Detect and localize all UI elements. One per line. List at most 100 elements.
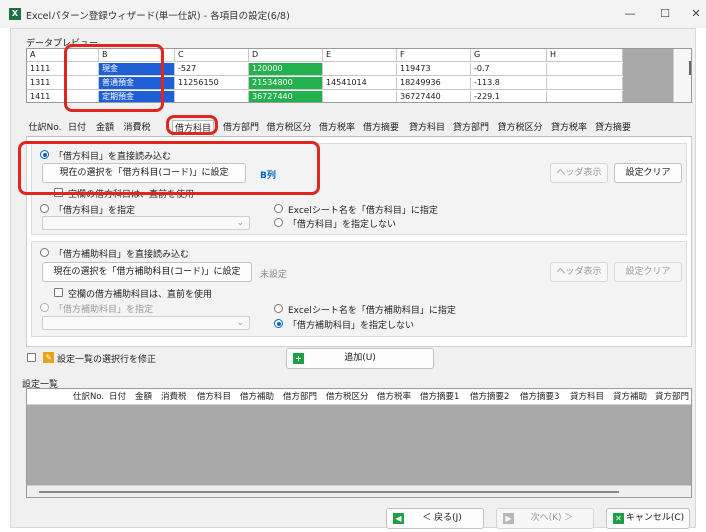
back-button[interactable]: ◀ ＜ 戻る(J) <box>386 508 484 529</box>
preview-cell-mapped[interactable]: 120000 <box>249 63 323 75</box>
list-col-header[interactable]: 貸方補助 <box>613 389 647 405</box>
data-preview-grid[interactable]: A B C D E F G H 1111 現金 -527 120000 1194… <box>26 48 692 103</box>
add-button-label: 追加(U) <box>344 353 376 363</box>
radio-direct-read[interactable] <box>40 150 49 159</box>
add-button[interactable]: + 追加(U) <box>286 348 434 369</box>
header-display-button[interactable]: ヘッダ表示 <box>550 163 608 183</box>
preview-cell[interactable]: 119473 <box>397 63 471 75</box>
col-header-d[interactable]: D <box>249 49 323 61</box>
checkbox-modify-selected[interactable] <box>27 353 36 362</box>
preview-cell[interactable] <box>547 91 623 102</box>
preview-cell[interactable] <box>547 63 623 75</box>
close-icon[interactable]: ✕ <box>686 6 706 22</box>
account-select[interactable]: ⌄ <box>42 216 250 230</box>
scrollbar-thumb[interactable] <box>39 491 619 493</box>
preview-vertical-scrollbar[interactable] <box>673 49 691 102</box>
preview-cell[interactable]: 1111 <box>27 63 99 75</box>
preview-cell[interactable]: -527 <box>175 63 249 75</box>
col-header-b[interactable]: B <box>99 49 175 61</box>
minimize-icon[interactable]: — <box>620 6 640 22</box>
tab-journal-no[interactable]: 仕訳No. <box>28 120 62 136</box>
tab-credit-tax-rate[interactable]: 貸方税率 <box>548 120 590 136</box>
radio-sheet-name[interactable] <box>274 204 283 213</box>
preview-cell[interactable]: -113.8 <box>471 77 547 89</box>
col-header-e[interactable]: E <box>323 49 397 61</box>
preview-empty-area <box>623 49 673 102</box>
cancel-button[interactable]: ✕ キャンセル(C) <box>606 508 690 529</box>
tab-debit-dept[interactable]: 借方部門 <box>220 120 262 136</box>
col-header-c[interactable]: C <box>175 49 249 61</box>
maximize-icon[interactable]: ☐ <box>655 6 675 22</box>
radio-specify[interactable] <box>40 204 49 213</box>
col-header-a[interactable]: A <box>27 49 99 61</box>
col-header-f[interactable]: F <box>397 49 471 61</box>
list-col-header[interactable]: 借方摘要2 <box>470 389 509 405</box>
clear-settings-button[interactable]: 設定クリア <box>614 163 682 183</box>
settings-list-horizontal-scrollbar[interactable] <box>27 485 691 497</box>
preview-cell[interactable] <box>323 63 397 75</box>
preview-cell-selected[interactable]: 普通預金 <box>99 77 175 89</box>
preview-cell[interactable]: -0.7 <box>471 63 547 75</box>
tab-amount[interactable]: 金額 <box>92 120 118 136</box>
col-header-g[interactable]: G <box>471 49 547 61</box>
preview-cell-selected[interactable]: 現金 <box>99 63 175 75</box>
radio-sub-direct-read[interactable] <box>40 248 49 257</box>
preview-cell[interactable] <box>547 77 623 89</box>
preview-cell[interactable]: 1411 <box>27 91 99 102</box>
list-col-header[interactable]: 貸方科目 <box>570 389 604 405</box>
list-col-header[interactable]: 貸方部門 <box>655 389 689 405</box>
tab-tax[interactable]: 消費税 <box>120 120 154 136</box>
set-sub-code-button[interactable]: 現在の選択を「借方補助科目(コード)」に設定 <box>42 262 252 282</box>
tab-credit-tax-class[interactable]: 貸方税区分 <box>494 120 546 136</box>
radio-sub-sheet-name[interactable] <box>274 304 283 313</box>
preview-cell[interactable]: 11256150 <box>175 77 249 89</box>
preview-cell[interactable]: 36727440 <box>397 91 471 102</box>
preview-cell-mapped[interactable]: 36727440 <box>249 91 323 102</box>
tab-debit-account[interactable]: 借方科目 <box>172 120 214 136</box>
checkbox-sub-use-previous[interactable] <box>54 288 63 297</box>
preview-cell-selected[interactable]: 定期預金 <box>99 91 175 102</box>
tab-debit-tax-class[interactable]: 借方税区分 <box>264 120 314 136</box>
preview-cell[interactable]: 18249936 <box>397 77 471 89</box>
list-col-header[interactable]: 借方税率 <box>377 389 411 405</box>
list-col-header[interactable]: 借方部門 <box>283 389 317 405</box>
list-col-header[interactable]: 日付 <box>109 389 126 405</box>
radio-not-specify[interactable] <box>274 218 283 227</box>
tab-debit-memo[interactable]: 借方摘要 <box>360 120 402 136</box>
tab-date[interactable]: 日付 <box>64 120 90 136</box>
list-col-header[interactable]: 借方税区分 <box>326 389 369 405</box>
checkbox-use-previous[interactable] <box>54 188 63 197</box>
list-col-header[interactable]: 借方摘要1 <box>420 389 459 405</box>
debit-account-section: 「借方科目」を直接読み込む 現在の選択を「借方科目(コード)」に設定 B列 ヘッ… <box>31 143 687 235</box>
checkbox-use-previous-label: 空欄の借方科目は、直前を使用 <box>68 190 195 200</box>
set-code-button[interactable]: 現在の選択を「借方科目(コード)」に設定 <box>42 163 246 183</box>
list-col-header[interactable]: 消費税 <box>161 389 187 405</box>
tab-debit-tax-rate[interactable]: 借方税率 <box>316 120 358 136</box>
preview-cell[interactable]: 1311 <box>27 77 99 89</box>
col-header-h[interactable]: H <box>547 49 623 61</box>
list-col-header[interactable]: 借方科目 <box>197 389 231 405</box>
preview-cell[interactable]: -229.1 <box>471 91 547 102</box>
preview-cell[interactable] <box>323 91 397 102</box>
next-button[interactable]: ▶ 次へ(K) ＞ <box>496 508 594 529</box>
settings-list[interactable]: 仕訳No. 日付 金額 消費税 借方科目 借方補助 借方部門 借方税区分 借方税… <box>26 388 692 498</box>
list-col-header[interactable]: 借方摘要3 <box>520 389 559 405</box>
sub-header-display-button[interactable]: ヘッダ表示 <box>550 262 608 282</box>
radio-sub-not-specify[interactable] <box>274 319 283 328</box>
back-arrow-icon: ◀ <box>393 513 404 524</box>
tab-credit-memo[interactable]: 貸方摘要 <box>592 120 634 136</box>
window-title: Excelパターン登録ウィザード(単一仕訳) - 各項目の設定(6/8) <box>26 11 290 22</box>
preview-cell-mapped[interactable]: 21534800 <box>249 77 323 89</box>
tab-credit-dept[interactable]: 貸方部門 <box>450 120 492 136</box>
preview-cell[interactable]: 14541014 <box>323 77 397 89</box>
scrollbar-thumb[interactable] <box>689 61 691 75</box>
tab-credit-account[interactable]: 貸方科目 <box>406 120 448 136</box>
list-col-header[interactable]: 金額 <box>135 389 152 405</box>
sub-account-select[interactable]: ⌄ <box>42 316 250 330</box>
radio-sub-specify[interactable] <box>40 303 49 312</box>
preview-cell[interactable] <box>175 91 249 102</box>
radio-sub-specify-label: 「借方補助科目」を指定 <box>54 305 154 315</box>
list-col-header[interactable]: 借方補助 <box>240 389 274 405</box>
list-col-header[interactable]: 仕訳No. <box>73 389 104 405</box>
sub-clear-settings-button[interactable]: 設定クリア <box>614 262 682 282</box>
